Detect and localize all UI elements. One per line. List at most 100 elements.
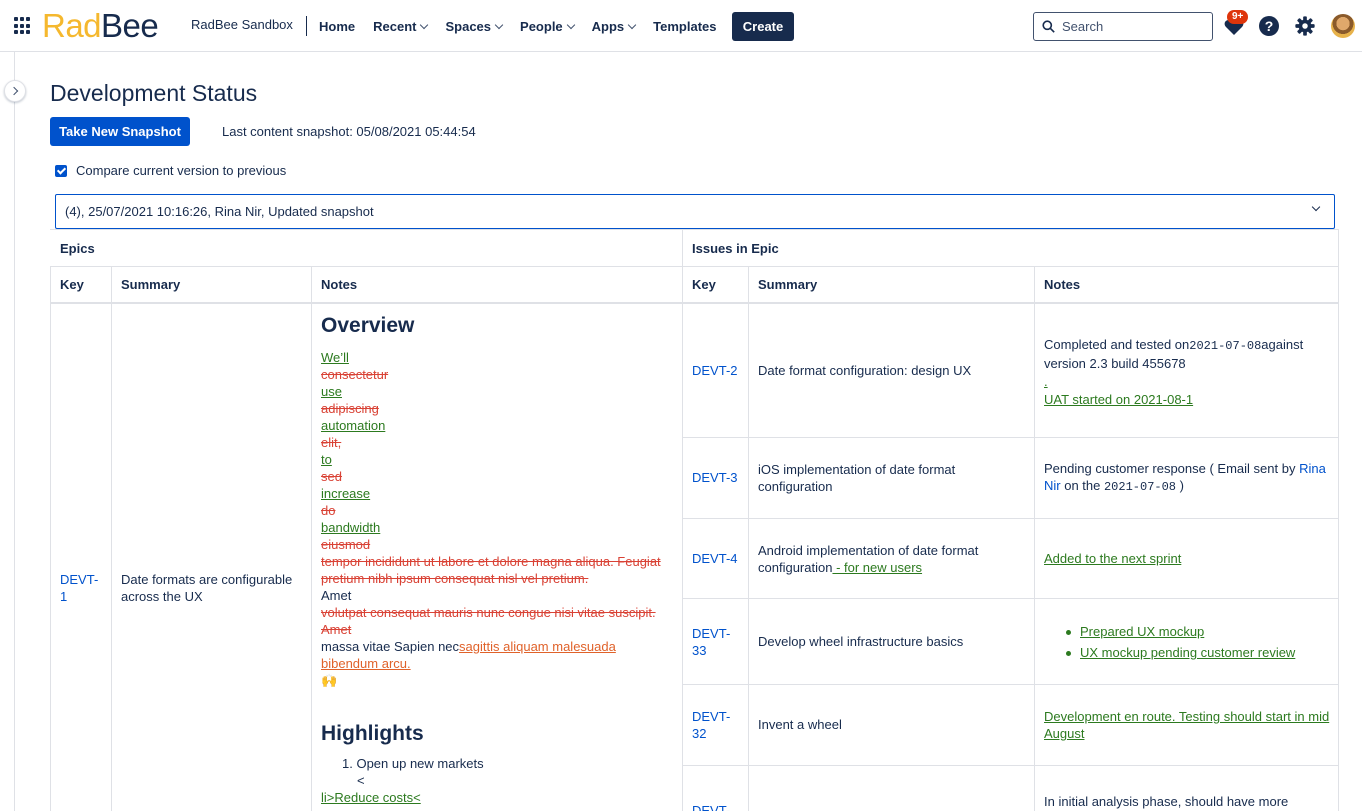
search-icon: [1042, 20, 1055, 33]
take-new-snapshot-button[interactable]: Take New Snapshot: [50, 117, 190, 146]
issue-key-link[interactable]: DEVT-32: [692, 708, 742, 742]
nav-people-label: People: [520, 18, 563, 34]
epic-col-summary: Summary: [121, 277, 181, 292]
version-select-value: (4), 25/07/2021 10:16:26, Rina Nir, Upda…: [65, 204, 374, 219]
nav-spaces-dropdown[interactable]: Spaces: [445, 18, 504, 34]
logo-text-rad: Rad: [42, 7, 102, 44]
grid-vline: [748, 266, 749, 811]
diff-inserted-text: Development en route. Testing should sta…: [1044, 709, 1330, 741]
nav-home-label: Home: [319, 18, 356, 34]
nav-spaces-label: Spaces: [445, 18, 492, 34]
row-divider: [682, 598, 1339, 599]
issue-summary: Develop wheel infrastructure basics: [758, 634, 964, 649]
primary-nav: Home Recent Spaces People Apps Templates: [319, 0, 735, 52]
chevron-down-icon: [627, 20, 637, 29]
diff-inserted-text: .: [1044, 374, 1048, 389]
top-navigation-bar: Rad Bee RadBee Sandbox Home Recent Spaces…: [0, 0, 1362, 52]
radbee-logo[interactable]: Rad Bee: [42, 6, 159, 46]
row-divider: [682, 684, 1339, 685]
issue-notes: In initial analysis phase, should have m…: [1044, 794, 1289, 809]
group-header-epics: Epics: [60, 241, 95, 256]
version-select[interactable]: (4), 25/07/2021 10:16:26, Rina Nir, Upda…: [55, 194, 1335, 229]
issue-key-link[interactable]: DEVT-4: [692, 550, 738, 567]
issue-notes: Pending customer response ( Email sent b…: [1044, 460, 1334, 496]
column-header-divider: [50, 302, 1339, 304]
epic-notes: Overview We’ll consectetur use adipiscin…: [321, 313, 676, 806]
diff-deleted-word: eiusmod: [321, 537, 371, 552]
diff-deleted-word: adipiscing: [321, 401, 379, 416]
compare-checkbox-row[interactable]: Compare current version to previous: [55, 163, 286, 178]
user-avatar[interactable]: [1331, 14, 1355, 38]
table-top-border: [50, 229, 1339, 230]
nav-home[interactable]: Home: [319, 19, 355, 34]
diff-inserted-word: bandwidth: [321, 520, 381, 535]
chevron-down-icon: [420, 20, 429, 29]
issue-notes: Completed and tested on2021-07-08against…: [1044, 336, 1334, 409]
overview-paragraph: massa vitae Sapien necsagittis aliquam m…: [321, 638, 676, 672]
search-input[interactable]: [1062, 19, 1202, 34]
compare-checkbox[interactable]: [55, 164, 67, 177]
issue-key-link[interactable]: DEVT-3: [692, 469, 738, 486]
highlights-heading: Highlights: [321, 722, 424, 745]
nav-templates[interactable]: Templates: [653, 19, 716, 34]
space-name-link[interactable]: RadBee Sandbox: [191, 17, 293, 32]
nav-apps-label: Apps: [591, 18, 625, 34]
diff-inserted-word: automation: [321, 418, 386, 433]
app-switcher-icon[interactable]: [14, 17, 32, 35]
nav-people-dropdown[interactable]: People: [520, 18, 575, 34]
diff-deleted-paragraph: volutpat consequat mauris nunc congue ni…: [321, 605, 656, 637]
nav-divider: [306, 16, 307, 36]
overview-plain-text: massa vitae Sapien nec: [321, 639, 460, 654]
gear-icon[interactable]: [1294, 15, 1316, 37]
highlight-item: 1. Open up new markets: [342, 756, 484, 771]
issue-key-link[interactable]: DEVT-2: [692, 362, 738, 379]
notes-date: 2021-07-08: [1103, 480, 1176, 494]
diff-inserted-text: Added to the next sprint: [1044, 551, 1182, 566]
sidebar-rail: [0, 52, 15, 811]
grid-vline: [1034, 266, 1035, 811]
notification-count-badge: 9+: [1227, 10, 1249, 24]
issue-summary: Invent a wheel: [758, 717, 842, 732]
grid-vline: [311, 266, 312, 811]
expand-sidebar-button[interactable]: [4, 80, 26, 102]
overview-heading: Overview: [321, 314, 415, 337]
issue-summary: iOS implementation of date format config…: [758, 462, 956, 494]
diff-inserted-word: We’ll: [321, 350, 349, 365]
diff-inserted-word: use: [321, 384, 342, 399]
issue-key-link[interactable]: DEVT-: [692, 802, 730, 811]
diff-inserted-word: increase: [321, 486, 371, 501]
row-divider: [682, 518, 1339, 519]
diff-inserted-text: - for new users: [832, 560, 923, 575]
issue-col-summary: Summary: [758, 277, 818, 292]
overview-amet: Amet: [321, 588, 352, 603]
epic-key-link[interactable]: DEVT-1: [60, 571, 104, 605]
diff-deleted-word: sed: [321, 469, 342, 484]
grid-vline: [111, 266, 112, 811]
epic-col-key: Key: [60, 277, 84, 292]
diff-inserted-word: to: [321, 452, 332, 467]
grid-vline: [50, 266, 51, 811]
diff-deleted-word: do: [321, 503, 336, 518]
list-item: UX mockup pending customer review: [1064, 644, 1334, 661]
nav-templates-label: Templates: [653, 18, 717, 34]
page-title: Development Status: [50, 80, 258, 106]
issue-col-key: Key: [692, 277, 716, 292]
grid-vline: [1338, 229, 1339, 811]
last-snapshot-info: Last content snapshot: 05/08/2021 05:44:…: [222, 124, 476, 139]
nav-apps-dropdown[interactable]: Apps: [591, 18, 637, 34]
issue-key-link[interactable]: DEVT-33: [692, 625, 742, 659]
help-icon[interactable]: ?: [1259, 16, 1279, 36]
search-box[interactable]: [1033, 12, 1213, 41]
issue-col-notes: Notes: [1044, 277, 1081, 292]
group-header-divider: [50, 266, 1339, 267]
create-button[interactable]: Create: [732, 12, 794, 41]
list-item: Prepared UX mockup: [1064, 623, 1334, 640]
notes-bullet-list: Prepared UX mockup UX mockup pending cus…: [1064, 623, 1334, 661]
chevron-down-icon: [566, 20, 575, 29]
chevron-down-icon: [494, 20, 504, 29]
nav-recent-dropdown[interactable]: Recent: [373, 18, 429, 34]
nav-recent-label: Recent: [373, 18, 417, 34]
issue-summary: Android implementation of date format co…: [758, 542, 1028, 576]
group-header-issues: Issues in Epic: [692, 241, 779, 256]
chevron-right-icon: [9, 86, 19, 96]
